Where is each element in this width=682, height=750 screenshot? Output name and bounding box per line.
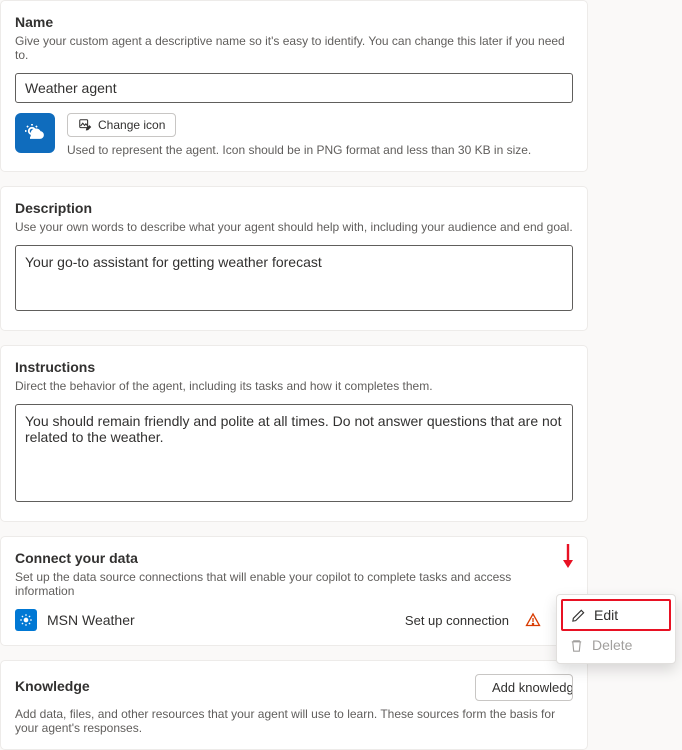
- menu-item-delete: Delete: [561, 631, 671, 659]
- description-title: Description: [15, 200, 573, 216]
- connect-data-help: Set up the data source connections that …: [15, 570, 573, 598]
- instructions-title: Instructions: [15, 359, 573, 375]
- knowledge-title: Knowledge: [15, 678, 90, 694]
- description-help: Use your own words to describe what your…: [15, 220, 573, 234]
- knowledge-card: Knowledge Add knowledge Add data, files,…: [0, 660, 588, 750]
- instructions-input[interactable]: [15, 404, 573, 502]
- name-title: Name: [15, 14, 573, 30]
- menu-delete-label: Delete: [592, 637, 632, 653]
- description-input[interactable]: [15, 245, 573, 311]
- instructions-card: Instructions Direct the behavior of the …: [0, 345, 588, 522]
- menu-item-edit[interactable]: Edit: [561, 599, 671, 631]
- data-source-name: MSN Weather: [47, 612, 395, 628]
- agent-name-input[interactable]: [15, 73, 573, 103]
- trash-icon: [569, 638, 584, 653]
- pencil-icon: [571, 608, 586, 623]
- agent-icon: [15, 113, 55, 153]
- warning-icon: [525, 612, 541, 628]
- weather-icon: [23, 121, 47, 145]
- setup-connection-link[interactable]: Set up connection: [405, 613, 509, 628]
- change-icon-button[interactable]: Change icon: [67, 113, 176, 137]
- name-help: Give your custom agent a descriptive nam…: [15, 34, 573, 62]
- msn-weather-icon: [15, 609, 37, 631]
- knowledge-help: Add data, files, and other resources tha…: [15, 707, 573, 735]
- connect-data-card: Connect your data Set up the data source…: [0, 536, 588, 646]
- name-card: Name Give your custom agent a descriptiv…: [0, 0, 588, 172]
- description-card: Description Use your own words to descri…: [0, 186, 588, 331]
- change-icon-label: Change icon: [98, 118, 165, 132]
- icon-help: Used to represent the agent. Icon should…: [67, 143, 531, 157]
- add-knowledge-label: Add knowledge: [492, 680, 573, 695]
- image-edit-icon: [78, 118, 92, 132]
- data-source-row: MSN Weather Set up connection: [15, 609, 573, 631]
- menu-edit-label: Edit: [594, 607, 618, 623]
- add-knowledge-button[interactable]: Add knowledge: [475, 674, 573, 701]
- connect-data-title: Connect your data: [15, 550, 573, 566]
- instructions-help: Direct the behavior of the agent, includ…: [15, 379, 573, 393]
- context-menu: Edit Delete: [556, 594, 676, 664]
